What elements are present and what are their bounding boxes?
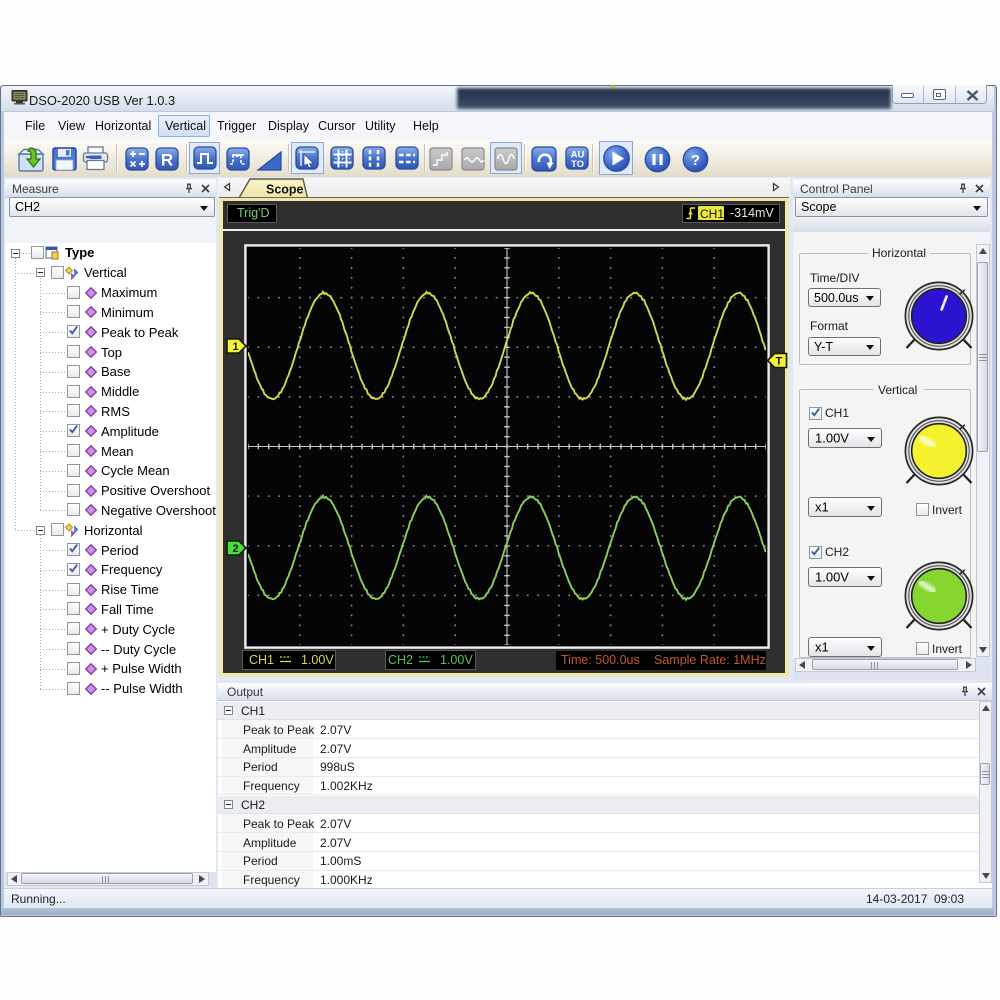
svg-text:?: ? (691, 152, 700, 169)
svg-text:1: 1 (233, 341, 239, 353)
svg-text:Scope: Scope (266, 183, 304, 197)
svg-text:T: T (776, 356, 783, 368)
svg-text:2: 2 (233, 543, 239, 555)
svg-text:TO: TO (571, 159, 584, 170)
